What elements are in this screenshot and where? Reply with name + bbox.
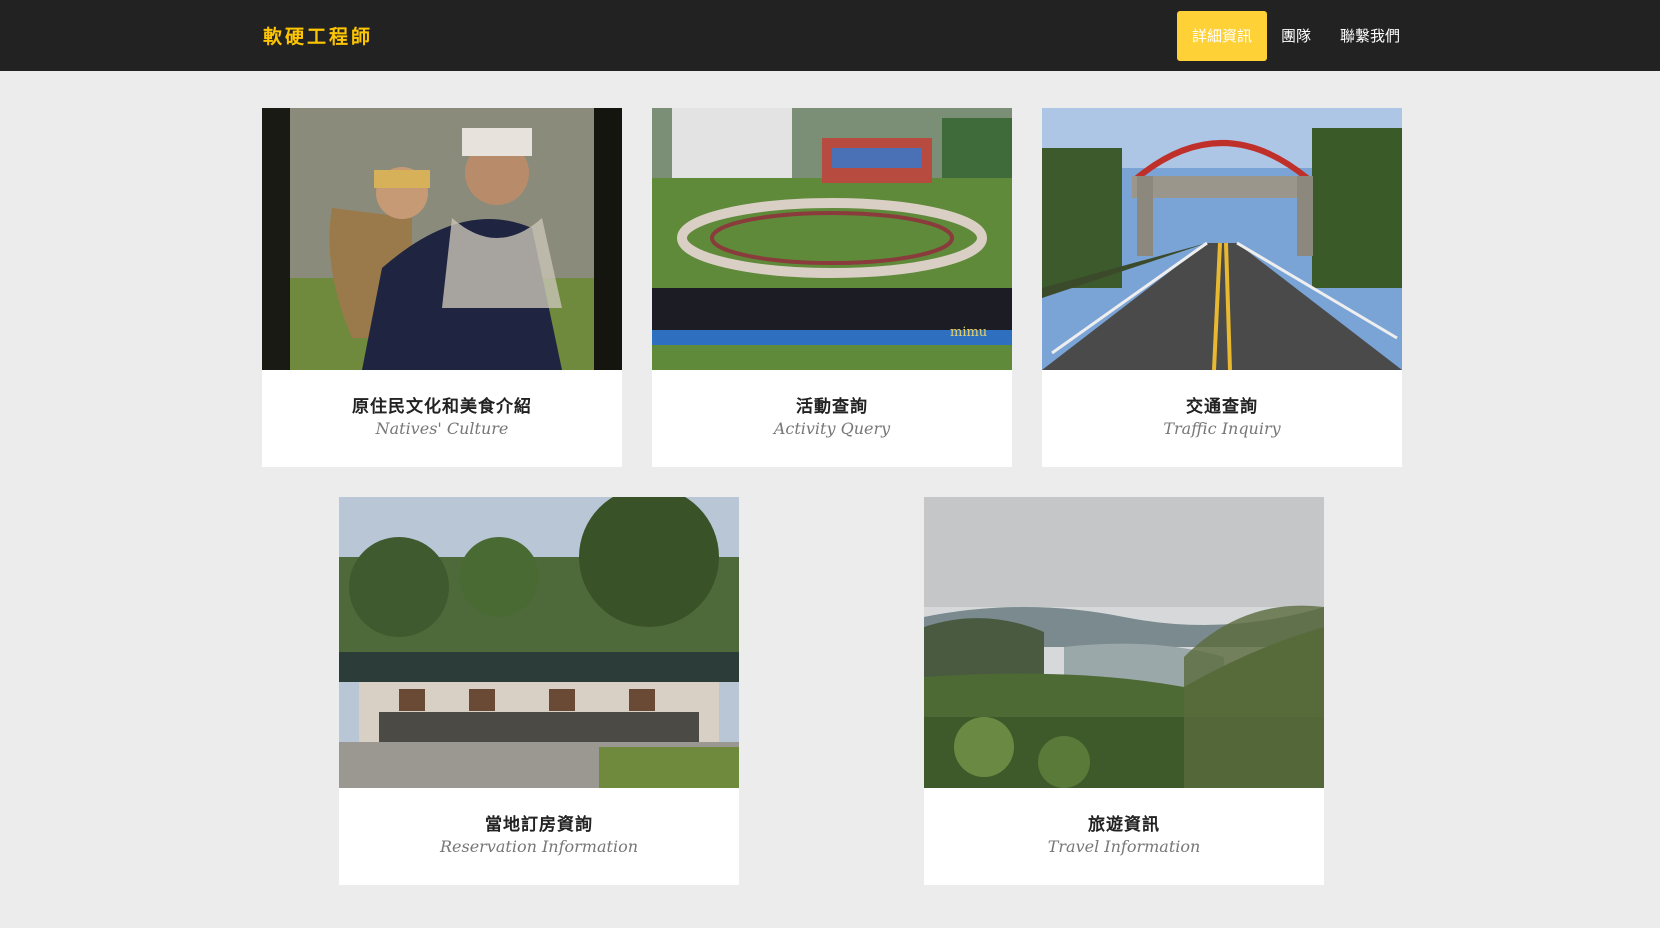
- photo-woman-with-child: [262, 108, 622, 370]
- nav-item-details[interactable]: 詳細資訊: [1177, 11, 1267, 61]
- card-subtitle: Travel Information: [1047, 837, 1201, 856]
- watermark-text: mimu: [950, 325, 987, 340]
- photo-valley-view: [924, 497, 1324, 788]
- card-subtitle: Reservation Information: [439, 837, 638, 856]
- card-travel-information[interactable]: 旅遊資訊 Travel Information: [924, 497, 1324, 885]
- card-title: 原住民文化和美食介紹: [352, 397, 532, 417]
- photo-festival-circle-dance: mimu: [652, 108, 1012, 370]
- brand-logo[interactable]: 軟硬工程師: [263, 22, 373, 49]
- card-natives-culture[interactable]: 原住民文化和美食介紹 Natives' Culture: [262, 108, 622, 467]
- nav-item-team[interactable]: 團隊: [1271, 11, 1321, 61]
- card-subtitle: Traffic Inquiry: [1163, 419, 1281, 438]
- photo-road-gate: [1042, 108, 1402, 370]
- card-subtitle: Activity Query: [773, 419, 891, 438]
- card-title: 交通查詢: [1186, 397, 1258, 417]
- card-title: 旅遊資訊: [1088, 815, 1160, 835]
- card-traffic-inquiry[interactable]: 交通查詢 Traffic Inquiry: [1042, 108, 1402, 467]
- card-title: 當地訂房資詢: [485, 815, 593, 835]
- navbar: 軟硬工程師 詳細資訊 團隊 聯繫我們: [0, 0, 1660, 71]
- card-activity-query[interactable]: mimu 活動查詢 Activity Query: [652, 108, 1012, 467]
- photo-guesthouse: [339, 497, 739, 788]
- card-subtitle: Natives' Culture: [375, 419, 509, 438]
- nav-item-contact[interactable]: 聯繫我們: [1330, 11, 1410, 61]
- card-reservation-information[interactable]: 當地訂房資詢 Reservation Information: [339, 497, 739, 885]
- card-title: 活動查詢: [796, 397, 868, 417]
